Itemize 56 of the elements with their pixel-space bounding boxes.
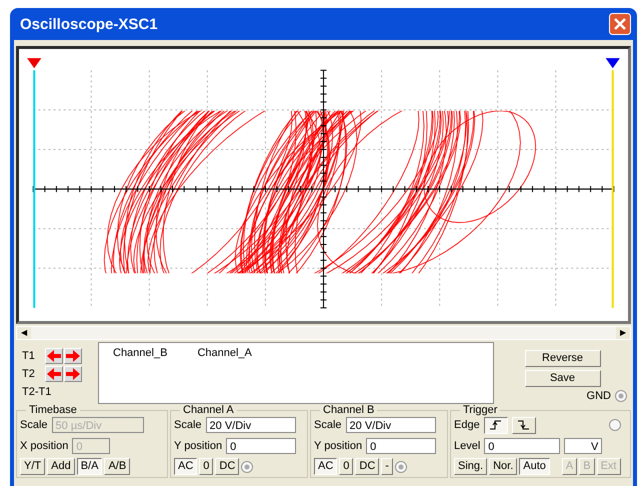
field-label: Level [454, 440, 480, 452]
action-button[interactable]: Save [524, 370, 600, 387]
left-arrow-icon[interactable] [45, 348, 63, 364]
coupling-button[interactable]: 0 [339, 458, 354, 475]
coupling-button[interactable]: AC [314, 458, 338, 475]
coupling-button[interactable]: AC [174, 458, 198, 475]
column-header: Channel_B [113, 347, 168, 359]
edge-button[interactable] [484, 416, 508, 434]
field-label: Edge [454, 419, 480, 431]
trigger-mode-button[interactable]: Auto [519, 458, 550, 475]
mode-button[interactable]: Y/T [20, 458, 46, 475]
group-title: Trigger [462, 404, 498, 416]
falling-edge-icon [516, 419, 531, 431]
cursor-label: T1 [22, 350, 36, 362]
y-position-field[interactable]: 0 [226, 438, 296, 454]
cursor-marker-icon[interactable] [606, 58, 620, 68]
group-title: Channel B [322, 404, 376, 416]
mode-button[interactable]: Add [47, 458, 75, 475]
radio-button[interactable] [394, 460, 407, 472]
field-label: Y position [314, 440, 362, 452]
coupling-button[interactable]: DC [215, 458, 240, 475]
level-field[interactable]: 0 [484, 438, 560, 454]
coupling-button[interactable]: DC [355, 458, 380, 475]
right-arrow-icon[interactable] [64, 366, 82, 382]
scrollbar[interactable]: ◀ ▶ [16, 326, 631, 340]
rising-edge-icon [488, 419, 503, 431]
left-arrow-icon[interactable] [45, 366, 63, 382]
y-position-field[interactable]: 0 [366, 438, 436, 454]
group-title: Timebase [28, 404, 78, 416]
field-label: Scale [314, 419, 342, 431]
trigger-mode-button[interactable]: Sing. [454, 458, 488, 475]
mode-button[interactable]: B/A [76, 458, 102, 475]
trigger-mode-button[interactable]: Nor. [489, 458, 518, 475]
close-icon[interactable] [609, 13, 631, 35]
radio-button[interactable] [609, 419, 621, 431]
gnd-label: GND [586, 390, 611, 402]
unit-field[interactable]: V [564, 438, 602, 454]
cursor-marker-icon[interactable] [27, 58, 42, 68]
mode-button[interactable]: A/B [104, 458, 130, 475]
field-label: Scale [20, 419, 48, 431]
field-label: Scale [174, 419, 202, 431]
column-header: Channel_A [197, 347, 252, 359]
window-title: Oscilloscope-XSC1 [20, 16, 158, 32]
scale-field[interactable]: 20 V/Div [206, 417, 296, 433]
scale-field[interactable]: 20 V/Div [346, 417, 436, 433]
action-button[interactable]: Reverse [524, 350, 600, 367]
right-arrow-icon[interactable] [64, 348, 82, 364]
coupling-button[interactable]: - [381, 458, 393, 475]
coupling-button[interactable]: 0 [199, 458, 214, 475]
cursor-label: T2 [22, 368, 36, 380]
group-title: Channel A [182, 404, 235, 416]
field-label: Y position [174, 440, 222, 452]
radio-button[interactable] [241, 460, 254, 472]
field-label: X position [20, 440, 68, 452]
radio-button[interactable] [615, 390, 627, 402]
cursor-label: T2-T1 [22, 386, 52, 398]
